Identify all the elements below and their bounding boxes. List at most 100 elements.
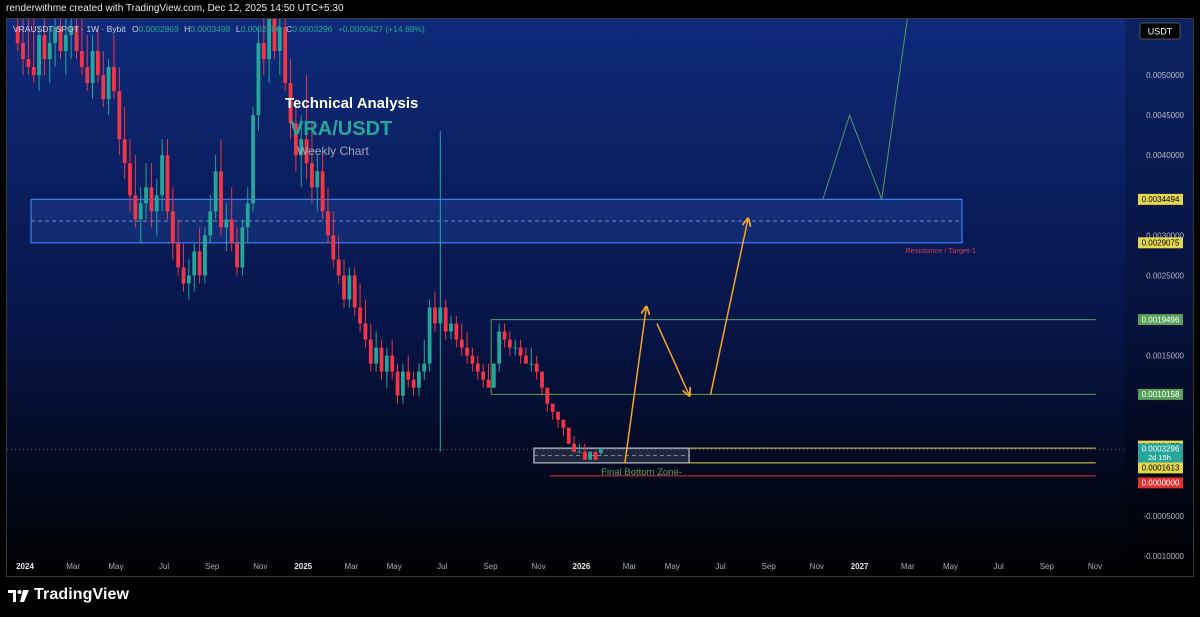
candle-body bbox=[400, 371, 405, 396]
x-tick-label: Sep bbox=[762, 562, 777, 571]
x-tick-label: 2027 bbox=[851, 562, 869, 571]
candle-body bbox=[85, 67, 90, 84]
candle-body bbox=[42, 35, 47, 60]
chart-background bbox=[7, 19, 1193, 576]
candle-body bbox=[417, 371, 421, 388]
y-tick-label: -0.0005000 bbox=[1144, 512, 1185, 521]
candle-body bbox=[154, 195, 159, 212]
candle-body bbox=[465, 347, 469, 356]
candle-body bbox=[491, 363, 496, 388]
x-tick-label: Jul bbox=[994, 562, 1004, 571]
tradingview-logo-text[interactable]: TradingView bbox=[34, 586, 129, 604]
x-tick-label: Mar bbox=[344, 562, 358, 571]
x-tick-label: Nov bbox=[253, 562, 267, 571]
x-tick-label: 2026 bbox=[573, 562, 591, 571]
tradingview-logo-icon[interactable] bbox=[8, 588, 30, 604]
candle-body bbox=[203, 235, 207, 276]
candle-body bbox=[165, 155, 170, 212]
candle-body bbox=[320, 171, 325, 212]
x-tick-label: May bbox=[387, 562, 402, 571]
candle-body bbox=[470, 355, 475, 364]
candle-body bbox=[486, 379, 491, 388]
candle-body bbox=[122, 139, 127, 164]
y-tick-label: 0.0050000 bbox=[1146, 71, 1184, 80]
candle-body bbox=[336, 259, 341, 276]
candle-body bbox=[384, 355, 389, 372]
candle-body bbox=[582, 451, 587, 460]
candle-body bbox=[529, 363, 534, 365]
candle-body bbox=[128, 163, 132, 196]
candle-body bbox=[540, 371, 544, 388]
candle-body bbox=[240, 227, 245, 268]
x-tick-label: May bbox=[943, 562, 958, 571]
price-tag-label: 0.0034494 bbox=[1142, 195, 1180, 204]
candle-body bbox=[566, 427, 571, 444]
candle-body bbox=[395, 371, 400, 396]
price-tag-label: 0.0010158 bbox=[1142, 390, 1180, 399]
chart-title: Technical Analysis bbox=[285, 95, 418, 112]
candle-body bbox=[176, 243, 181, 268]
candle-body bbox=[433, 307, 437, 324]
candle-body bbox=[235, 243, 239, 268]
chart-svg[interactable]: Resistance / Target-1Final Bottom Zone- … bbox=[7, 19, 1193, 576]
candle-body bbox=[598, 449, 603, 453]
currency-badge-label: USDT bbox=[1148, 27, 1173, 37]
candle-body bbox=[438, 307, 443, 324]
candle-body bbox=[283, 27, 288, 84]
header-text: renderwithme created with TradingView.co… bbox=[6, 3, 344, 14]
candle-body bbox=[502, 331, 507, 340]
price-tag-countdown: 2d 15h bbox=[1148, 453, 1171, 462]
candle-body bbox=[577, 451, 582, 453]
candle-body bbox=[588, 451, 593, 460]
candle-body bbox=[245, 203, 250, 228]
candle-body bbox=[47, 43, 52, 60]
symbol-info: VRAUSDT SPOT · 1W · Bybit O0.0002869 H0.… bbox=[13, 24, 425, 34]
candle-body bbox=[160, 155, 165, 196]
candle-body bbox=[310, 163, 314, 188]
price-tag-label: 0.0029075 bbox=[1142, 239, 1180, 248]
y-tick-label: 0.0040000 bbox=[1146, 151, 1184, 160]
candle-body bbox=[545, 387, 550, 404]
candle-body bbox=[534, 363, 539, 372]
candle-body bbox=[251, 115, 255, 204]
candle-body bbox=[497, 331, 502, 364]
footer-bar bbox=[0, 578, 1200, 617]
price-tag-label: 0.0001613 bbox=[1142, 464, 1180, 473]
chart-subtitle: Weekly Chart bbox=[297, 144, 369, 158]
candle-body bbox=[101, 75, 106, 100]
candle-body bbox=[219, 171, 223, 228]
price-tag-label: 0.0000000 bbox=[1142, 479, 1180, 488]
candle-body bbox=[186, 275, 191, 284]
x-tick-label: Mar bbox=[623, 562, 637, 571]
x-tick-label: Nov bbox=[531, 562, 545, 571]
candle-body bbox=[133, 195, 138, 220]
candle-body bbox=[379, 347, 384, 372]
candle-body bbox=[106, 67, 111, 100]
candle-body bbox=[112, 67, 116, 92]
candle-body bbox=[261, 43, 266, 60]
candle-body bbox=[63, 35, 68, 52]
candle-body bbox=[342, 275, 346, 300]
candle-body bbox=[331, 235, 336, 260]
candle-body bbox=[224, 219, 229, 228]
x-tick-label: 2025 bbox=[294, 562, 312, 571]
candle-body bbox=[411, 379, 416, 388]
candle-body bbox=[368, 339, 373, 364]
candle-body bbox=[138, 203, 143, 220]
price-tag-label: 0.0019496 bbox=[1142, 315, 1180, 324]
y-tick-label: 0.0015000 bbox=[1146, 352, 1184, 361]
candle-body bbox=[481, 371, 486, 380]
candle-body bbox=[149, 187, 154, 212]
x-tick-label: Mar bbox=[66, 562, 80, 571]
x-tick-label: Sep bbox=[483, 562, 498, 571]
candle-body bbox=[475, 363, 480, 372]
candle-body bbox=[213, 171, 218, 212]
candle-body bbox=[347, 275, 352, 300]
candle-body bbox=[363, 323, 368, 340]
x-tick-label: May bbox=[665, 562, 680, 571]
x-tick-label: 2024 bbox=[16, 562, 34, 571]
candle-body bbox=[256, 43, 261, 116]
candle-body bbox=[443, 307, 448, 332]
candle-body bbox=[593, 451, 598, 460]
chart-area[interactable]: Resistance / Target-1 Final Bottom Zone- … bbox=[6, 18, 1194, 577]
